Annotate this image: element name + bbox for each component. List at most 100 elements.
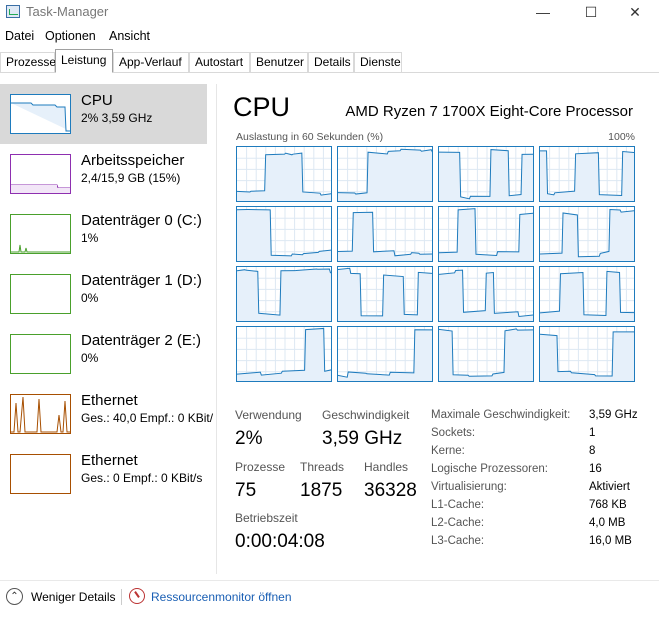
sidebar-item-disk-1[interactable]: Datenträger 1 (D:) 0% — [0, 264, 207, 324]
menu-datei[interactable]: Datei — [5, 29, 34, 43]
core-graph — [236, 146, 332, 202]
max-speed-label: Maximale Geschwindigkeit: — [431, 409, 571, 421]
core-graph — [438, 326, 534, 382]
sidebar-item-label: Datenträger 1 (D:) — [81, 272, 202, 289]
maximize-button[interactable]: ☐ — [568, 0, 614, 24]
usage-label: Verwendung — [235, 408, 302, 422]
page-title: CPU — [233, 92, 291, 122]
tab-leistung[interactable]: Leistung — [55, 49, 113, 73]
sidebar-item-label: Arbeitsspeicher — [81, 152, 185, 169]
core-graph — [236, 266, 332, 322]
uptime-value: 0:00:04:08 — [235, 531, 325, 552]
threads-label: Threads — [300, 460, 345, 474]
core-graph — [438, 206, 534, 262]
open-resource-monitor-link[interactable]: Ressourcenmonitor öffnen — [151, 590, 292, 604]
task-manager-icon — [6, 5, 20, 18]
tab-dienste[interactable]: Dienste — [354, 52, 402, 72]
sidebar-item-label: Datenträger 0 (C:) — [81, 212, 202, 229]
sidebar-item-value: 2,4/15,9 GB (15%) — [81, 171, 181, 185]
sidebar-item-value: 0% — [81, 351, 99, 365]
utilization-label: Auslastung in 60 Sekunden (%) — [236, 131, 384, 143]
usage-value: 2% — [235, 428, 263, 449]
l1-cache-value: 768 KB — [589, 499, 627, 511]
disk-1-thumbnail-graph — [10, 274, 71, 314]
max-speed-value: 3,59 GHz — [589, 409, 638, 421]
footer-separator — [121, 589, 122, 605]
ethernet-2-thumbnail-graph — [10, 454, 71, 494]
panel-divider — [216, 84, 217, 574]
tab-details[interactable]: Details — [308, 52, 354, 72]
sidebar-item-disk-2[interactable]: Datenträger 2 (E:) 0% — [0, 324, 207, 384]
sidebar-item-ethernet-1[interactable]: Ethernet Ges.: 40,0 Empf.: 0 KBit/ — [0, 384, 213, 444]
ethernet-1-thumbnail-graph — [10, 394, 71, 434]
logical-processors-value: 16 — [589, 463, 602, 475]
sidebar-item-ethernet-2[interactable]: Ethernet Ges.: 0 Empf.: 0 KBit/s — [0, 444, 207, 504]
menu-ansicht[interactable]: Ansicht — [109, 29, 150, 43]
utilization-max-label: 100% — [608, 131, 635, 143]
core-graph — [337, 266, 433, 322]
memory-thumbnail-graph — [10, 154, 71, 194]
sidebar-item-value: 1% — [81, 231, 99, 245]
cores-label: Kerne: — [431, 445, 465, 457]
handles-label: Handles — [364, 460, 409, 474]
disk-0-thumbnail-graph — [10, 214, 71, 254]
handles-value: 36328 — [364, 480, 417, 501]
processor-name: AMD Ryzen 7 1700X Eight-Core Processor — [345, 103, 633, 120]
l2-cache-value: 4,0 MB — [589, 517, 626, 529]
sidebar-item-label: Datenträger 2 (E:) — [81, 332, 202, 349]
footer-bar: ⌃ Weniger Details Ressourcenmonitor öffn… — [0, 580, 659, 617]
core-graph — [337, 206, 433, 262]
core-graph — [438, 146, 534, 202]
tab-autostart[interactable]: Autostart — [189, 52, 250, 72]
logical-processors-label: Logische Prozessoren: — [431, 463, 548, 475]
sidebar-item-value: Ges.: 0 Empf.: 0 KBit/s — [81, 471, 203, 485]
l3-cache-value: 16,0 MB — [589, 535, 632, 547]
virtualization-label: Virtualisierung: — [431, 481, 507, 493]
l2-cache-label: L2-Cache: — [431, 517, 485, 529]
sidebar-item-label: Ethernet — [81, 392, 138, 409]
core-graph — [539, 266, 635, 322]
cpu-thumbnail-graph — [10, 94, 71, 134]
core-graph — [337, 146, 433, 202]
core-graph — [539, 326, 635, 382]
core-graph — [438, 266, 534, 322]
menu-bar: Datei Optionen Ansicht — [0, 27, 659, 47]
tab-benutzer[interactable]: Benutzer — [250, 52, 308, 72]
uptime-label: Betriebszeit — [235, 511, 298, 525]
core-graph — [236, 326, 332, 382]
l1-cache-label: L1-Cache: — [431, 499, 485, 511]
speed-value: 3,59 GHz — [322, 428, 403, 449]
core-graph — [539, 146, 635, 202]
minimize-button[interactable]: — — [520, 0, 566, 24]
logical-processor-graphs[interactable] — [236, 146, 635, 383]
virtualization-value: Aktiviert — [589, 481, 630, 493]
cores-value: 8 — [589, 445, 596, 457]
sidebar-item-disk-0[interactable]: Datenträger 0 (C:) 1% — [0, 204, 207, 264]
l3-cache-label: L3-Cache: — [431, 535, 485, 547]
sidebar-item-value: 2% 3,59 GHz — [81, 111, 153, 125]
close-button[interactable]: ✕ — [612, 0, 658, 24]
sockets-value: 1 — [589, 427, 596, 439]
sockets-label: Sockets: — [431, 427, 476, 439]
core-graph — [337, 326, 433, 382]
menu-optionen[interactable]: Optionen — [45, 29, 96, 43]
resource-monitor-icon[interactable] — [129, 588, 145, 604]
sidebar-item-memory[interactable]: Arbeitsspeicher 2,4/15,9 GB (15%) — [0, 144, 207, 204]
sidebar-item-label: CPU — [81, 92, 113, 109]
processes-value: 75 — [235, 480, 257, 501]
disk-2-thumbnail-graph — [10, 334, 71, 374]
sidebar-item-cpu[interactable]: CPU 2% 3,59 GHz — [0, 84, 207, 144]
threads-value: 1875 — [300, 480, 343, 501]
sidebar-item-value: 0% — [81, 291, 99, 305]
tab-app-verlauf[interactable]: App-Verlauf — [113, 52, 189, 72]
core-graph — [539, 206, 635, 262]
chevron-up-icon[interactable]: ⌃ — [6, 588, 23, 605]
core-graph — [236, 206, 332, 262]
fewer-details-link[interactable]: Weniger Details — [31, 590, 115, 604]
sidebar-item-value: Ges.: 40,0 Empf.: 0 KBit/ — [81, 411, 214, 425]
tab-bar: Prozesse Leistung App-Verlauf Autostart … — [0, 48, 659, 73]
tab-prozesse[interactable]: Prozesse — [0, 52, 56, 72]
title-bar: Task-Manager — ☐ ✕ — [0, 0, 659, 24]
sidebar-item-label: Ethernet — [81, 452, 138, 469]
window-title: Task-Manager — [26, 4, 109, 19]
